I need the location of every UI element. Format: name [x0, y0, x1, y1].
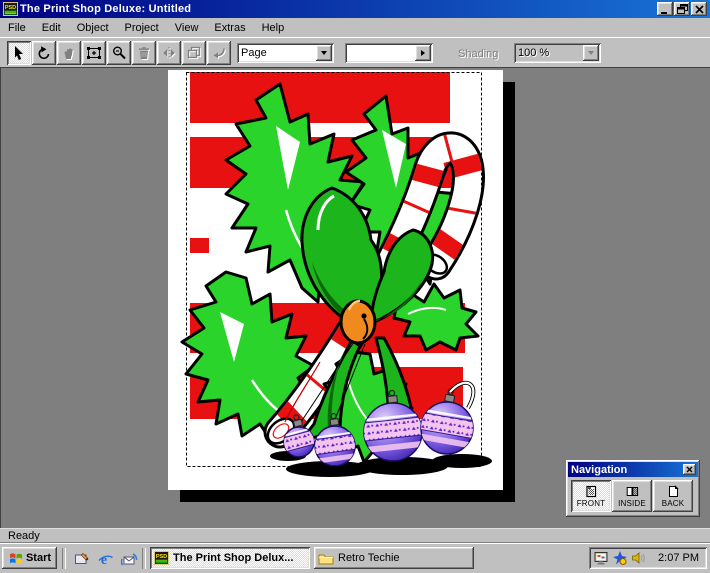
task-button-print-shop[interactable]: PSD The Print Shop Delux... [150, 547, 310, 569]
menu-bar: File Edit Object Project View Extras Hel… [0, 18, 710, 37]
toolbar: Page Shading 100 % [0, 37, 710, 68]
minimize-icon [661, 11, 667, 14]
task-label: Retro Techie [338, 552, 400, 564]
svg-text:PSD: PSD [5, 5, 16, 11]
menu-item-project[interactable]: Project [117, 20, 167, 36]
magnifier-tool-button[interactable] [107, 41, 131, 65]
menu-item-edit[interactable]: Edit [34, 20, 69, 36]
task-label: The Print Shop Delux... [173, 552, 294, 564]
status-text: Ready [8, 530, 40, 542]
shading-value: 100 % [518, 47, 550, 59]
card-back-icon [668, 484, 679, 497]
nav-inside-button[interactable]: INSIDE [612, 480, 652, 512]
card-page[interactable] [168, 70, 503, 490]
taskbar-separator [62, 548, 66, 569]
menu-item-help[interactable]: Help [254, 20, 293, 36]
menu-item-file[interactable]: File [0, 20, 34, 36]
navigation-palette[interactable]: Navigation FRONT INSIDE BACK [566, 460, 700, 517]
menu-item-object[interactable]: Object [69, 20, 117, 36]
hand-icon [64, 48, 73, 59]
start-label: Start [25, 552, 52, 564]
document-workspace[interactable] [0, 67, 710, 528]
page-select-value: Page [241, 47, 267, 59]
scheduler-icon[interactable] [612, 550, 628, 566]
select-tool-button[interactable] [7, 41, 31, 65]
nav-back-button[interactable]: BACK [653, 480, 693, 512]
restore-icon [676, 4, 688, 14]
restore-button[interactable] [674, 2, 690, 16]
zoom-frame-icon [87, 47, 101, 59]
navigation-title-bar[interactable]: Navigation [568, 462, 698, 477]
item-select[interactable] [345, 43, 433, 63]
nav-back-label: BACK [661, 498, 685, 508]
app-icon[interactable]: PSD [3, 2, 18, 16]
item-select-arrow-button[interactable] [415, 45, 431, 61]
close-icon [686, 466, 693, 473]
flip-tool-button[interactable] [157, 41, 181, 65]
magnifier-icon [113, 46, 126, 60]
start-button[interactable]: Start [2, 547, 57, 569]
page-select-dropdown-button[interactable] [316, 45, 332, 61]
status-bar: Ready [0, 528, 710, 543]
task-button-retro-techie[interactable]: Retro Techie [314, 547, 474, 569]
menu-item-view[interactable]: View [167, 20, 207, 36]
minimize-button[interactable] [657, 2, 673, 16]
show-desktop-icon [74, 552, 88, 564]
title-bar[interactable]: PSD The Print Shop Deluxe: Untitled [0, 0, 710, 18]
pointer-icon [15, 46, 23, 60]
revert-tool-button[interactable] [207, 41, 231, 65]
undo-icon [213, 48, 225, 59]
shading-dropdown-button [583, 45, 599, 61]
taskbar: Start e PSD The Print Shop Delux... Retr… [0, 543, 710, 573]
pan-tool-button[interactable] [57, 41, 81, 65]
rotate-icon [38, 46, 50, 60]
jingle-bell [339, 299, 377, 345]
window-title: The Print Shop Deluxe: Untitled [20, 3, 192, 15]
shading-label: Shading [458, 48, 499, 60]
outlook-express-icon [120, 552, 137, 565]
nav-inside-label: INSIDE [618, 498, 646, 508]
svg-text:PSD: PSD [156, 554, 167, 560]
close-button[interactable] [691, 2, 707, 16]
quick-launch-show-desktop[interactable] [70, 549, 92, 569]
navigation-title: Navigation [571, 463, 628, 476]
trash-icon [139, 47, 149, 59]
rotate-tool-button[interactable] [32, 41, 56, 65]
card-inside-icon [626, 486, 638, 496]
desktop: { "window": { "title": "The Print Shop D… [0, 0, 710, 573]
internet-explorer-icon: e [97, 553, 113, 568]
shading-select: 100 % [514, 43, 601, 63]
card-front-icon [585, 485, 596, 497]
system-tray: 2:07 PM [589, 547, 707, 569]
navigation-buttons: FRONT INSIDE BACK [571, 480, 693, 512]
folder-icon [318, 554, 334, 564]
chevron-down-icon [588, 51, 594, 55]
layers-icon [187, 46, 201, 59]
navigation-close-button[interactable] [683, 464, 696, 475]
windows-logo-icon [9, 553, 22, 564]
close-icon [694, 4, 704, 14]
zoom-frame-tool-button[interactable] [82, 41, 106, 65]
page-select[interactable]: Page [237, 43, 334, 63]
taskbar-separator [142, 548, 146, 569]
menu-item-extras[interactable]: Extras [206, 20, 253, 36]
quick-launch-internet-explorer[interactable]: e [94, 549, 116, 569]
nav-front-button[interactable]: FRONT [571, 480, 611, 512]
volume-icon[interactable] [631, 551, 646, 565]
nav-front-label: FRONT [576, 498, 606, 508]
card-front-artwork[interactable] [168, 70, 503, 490]
chevron-down-icon [321, 51, 327, 55]
display-icon[interactable] [593, 551, 609, 566]
delete-tool-button[interactable] [132, 41, 156, 65]
tray-clock[interactable]: 2:07 PM [658, 552, 699, 564]
layer-tool-button[interactable] [182, 41, 206, 65]
flip-icon [163, 47, 175, 59]
print-shop-app-icon: PSD [154, 551, 169, 565]
quick-launch-outlook-express[interactable] [118, 549, 140, 569]
arrow-right-icon [421, 50, 425, 56]
svg-text:e: e [100, 553, 106, 568]
